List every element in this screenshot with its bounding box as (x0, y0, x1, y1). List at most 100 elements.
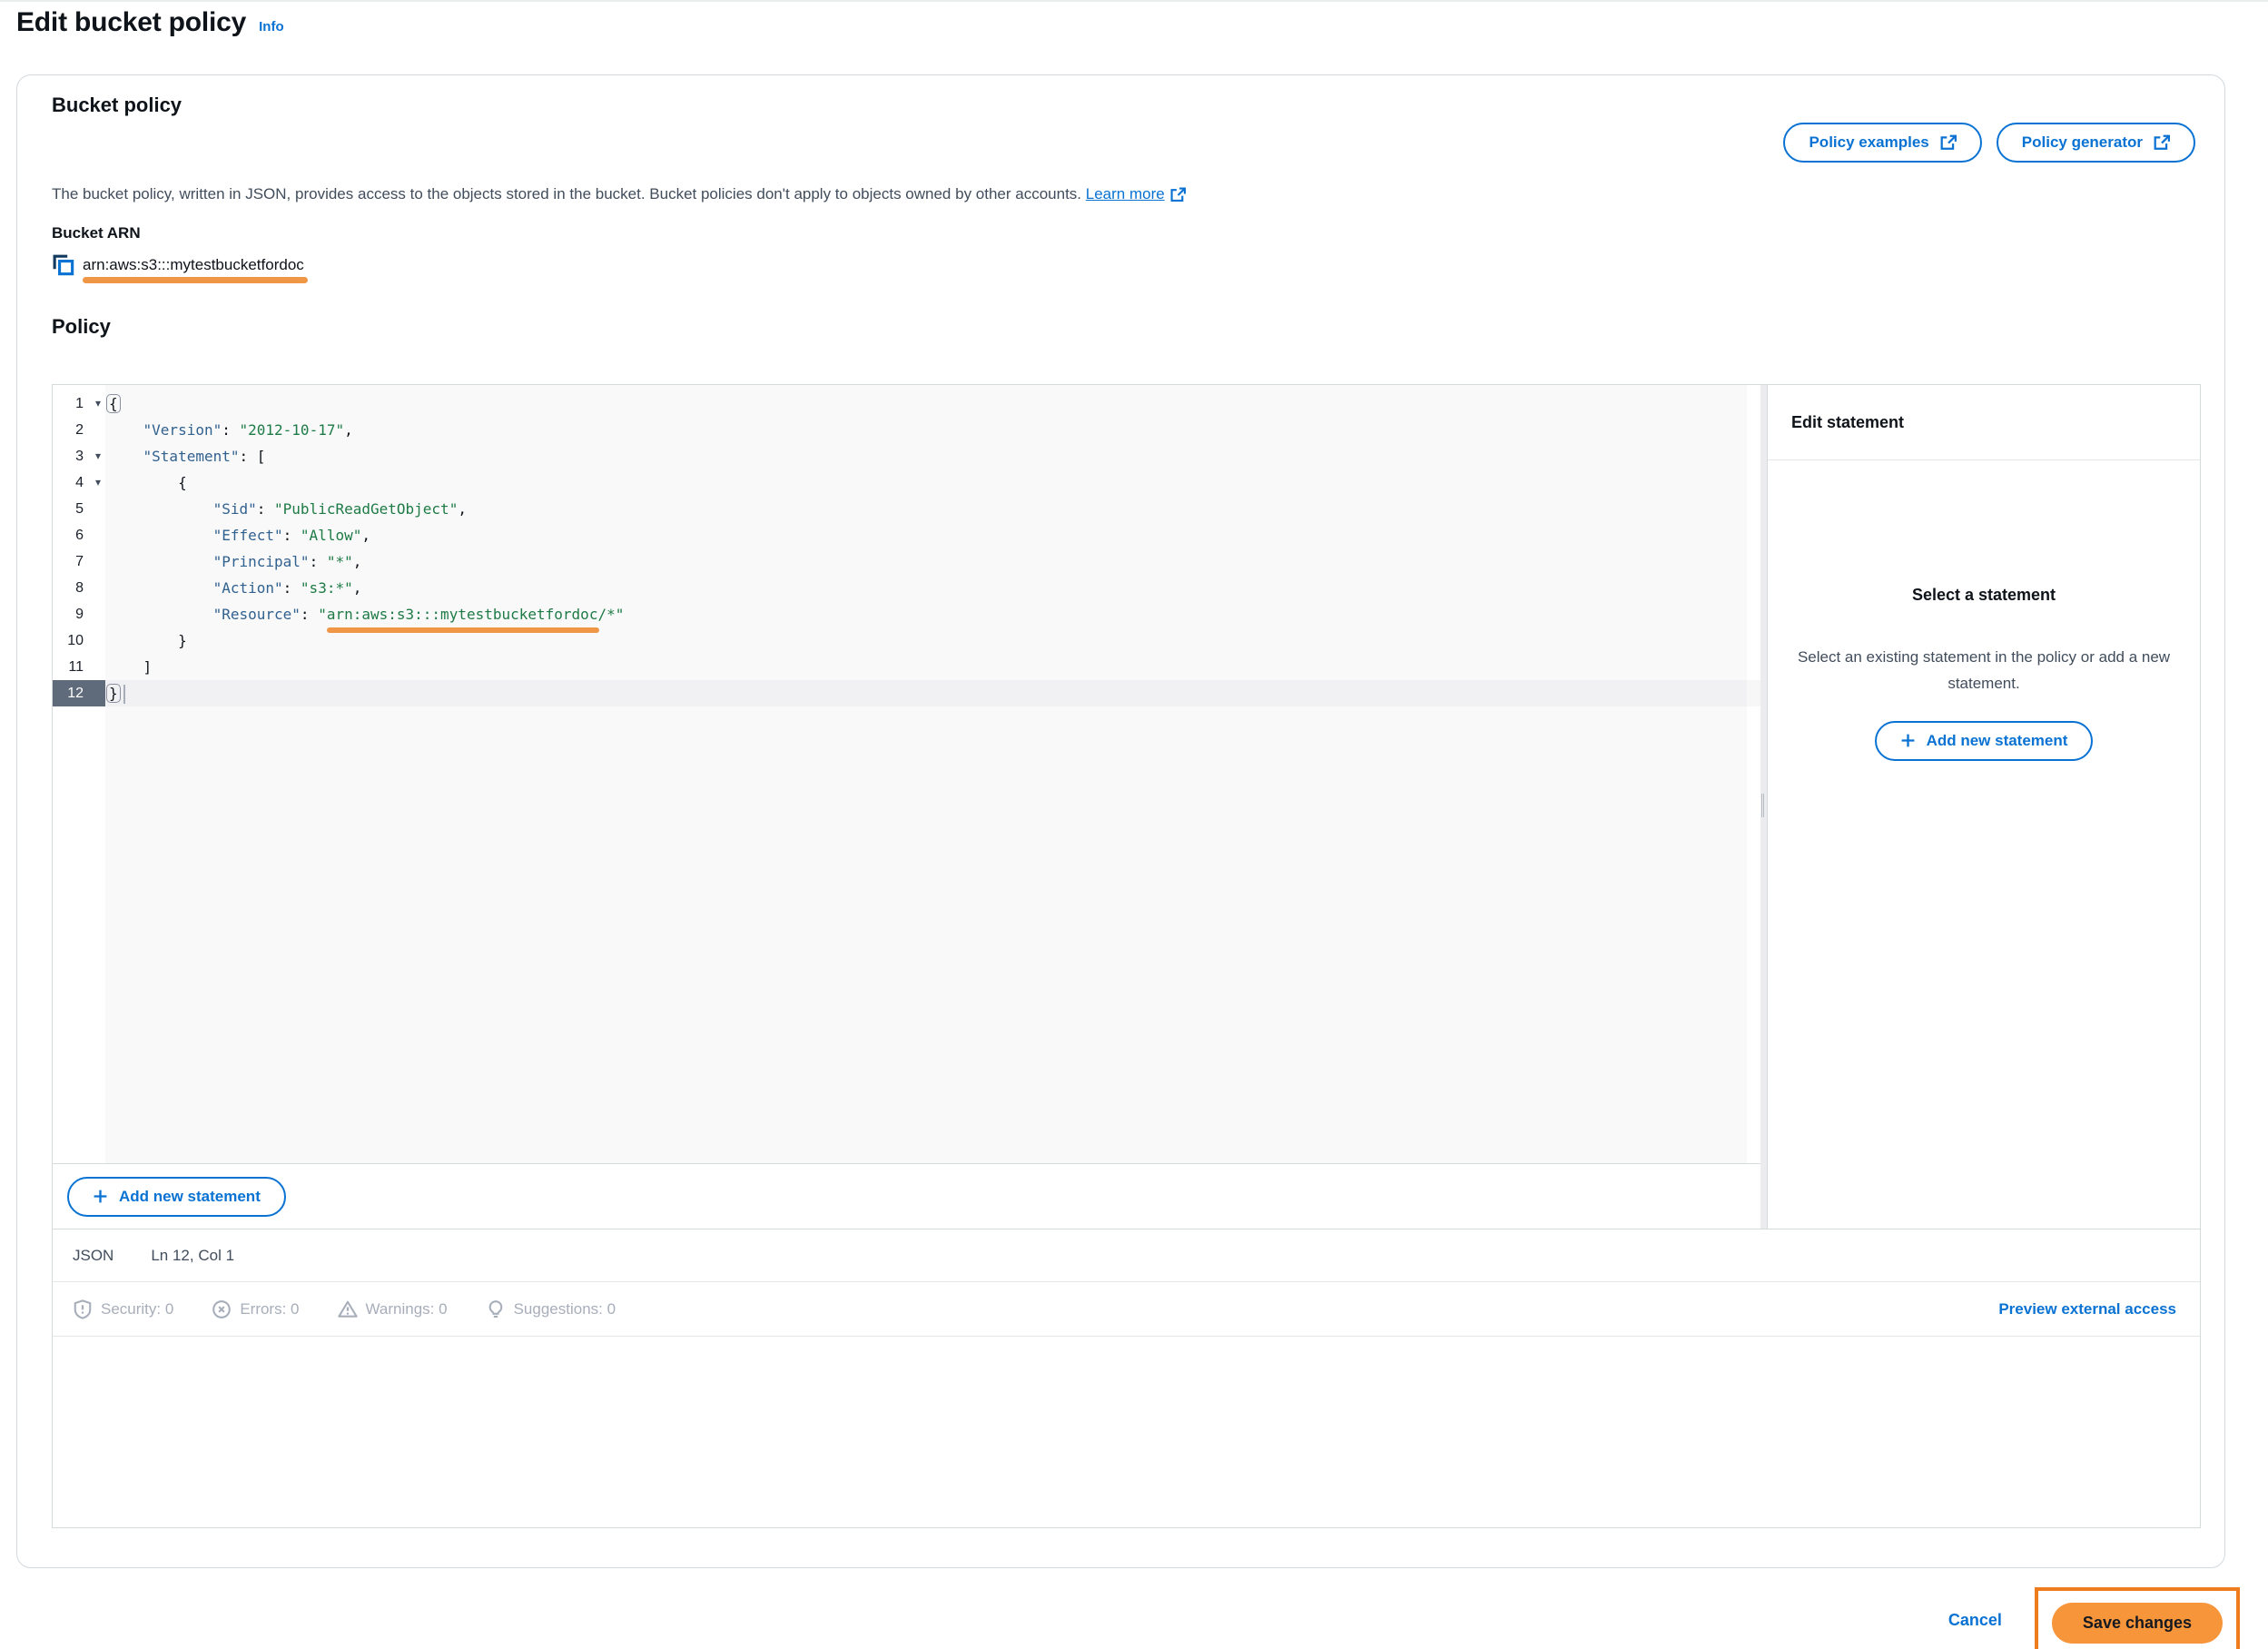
policy-generator-button[interactable]: Policy generator (1997, 123, 2195, 163)
policy-examples-label: Policy examples (1809, 133, 1928, 152)
line-number: 12 (53, 680, 105, 706)
suggestions-count: Suggestions: 0 (486, 1299, 616, 1319)
description-text: The bucket policy, written in JSON, prov… (52, 185, 1081, 202)
line-number: 7 (53, 548, 105, 575)
container-header-buttons: Policy examples Policy generator (1783, 123, 2195, 163)
security-count-label: Security: 0 (101, 1300, 173, 1318)
code-line-text: ] (105, 654, 152, 680)
cursor-position-label: Ln 12, Col 1 (151, 1247, 234, 1265)
page-title: Edit bucket policy (16, 7, 246, 38)
external-link-icon (2154, 134, 2170, 151)
bucket-arn-label: Bucket ARN (52, 224, 141, 242)
code-line-1[interactable]: 1▾{ (53, 390, 1760, 417)
editor-status-bar: JSON Ln 12, Col 1 (53, 1229, 2200, 1281)
security-count: Security: 0 (73, 1299, 173, 1319)
code-line-text: "Version": "2012-10-17", (105, 417, 353, 443)
editor-annotations-pane (53, 1336, 2200, 1527)
code-line-text: { (105, 390, 121, 417)
line-number: 10 (53, 627, 105, 654)
line-number: 6 (53, 522, 105, 548)
container-title: Bucket policy (52, 94, 182, 117)
code-line-text: "Effect": "Allow", (105, 522, 370, 548)
add-new-statement-label: Add new statement (119, 1188, 261, 1206)
code-line-11[interactable]: 11 ] (53, 654, 1760, 680)
code-line-text: } (105, 627, 187, 654)
warnings-count-label: Warnings: 0 (366, 1300, 448, 1318)
external-link-icon (1170, 187, 1186, 202)
plus-icon (1900, 733, 1916, 748)
line-number: 3▾ (53, 443, 105, 469)
suggestions-count-label: Suggestions: 0 (514, 1300, 616, 1318)
code-line-text: "Action": "s3:*", (105, 575, 361, 601)
warning-triangle-icon (338, 1299, 358, 1319)
code-line-2[interactable]: 2 "Version": "2012-10-17", (53, 417, 1760, 443)
save-changes-button[interactable]: Save changes (2052, 1603, 2223, 1644)
copy-arn-button[interactable] (52, 253, 74, 276)
code-line-text: } (105, 680, 1760, 706)
info-link[interactable]: Info (259, 19, 284, 35)
line-number: 5 (53, 496, 105, 522)
copy-icon (52, 253, 74, 276)
plus-icon (93, 1189, 108, 1204)
code-line-10[interactable]: 10 } (53, 627, 1760, 654)
code-line-4[interactable]: 4▾ { (53, 469, 1760, 496)
code-line-7[interactable]: 7 "Principal": "*", (53, 548, 1760, 575)
select-statement-title: Select a statement (1912, 586, 2056, 605)
bucket-arn-value: arn:aws:s3:::mytestbucketfordoc (83, 256, 304, 274)
container-description: The bucket policy, written in JSON, prov… (52, 185, 1186, 203)
select-statement-description: Select an existing statement in the poli… (1789, 645, 2179, 697)
line-number: 2 (53, 417, 105, 443)
edit-bucket-policy-page: Edit bucket policy Info Bucket policy Po… (0, 0, 2268, 1649)
code-line-12[interactable]: 12} (53, 680, 1760, 706)
policy-generator-label: Policy generator (2022, 133, 2143, 152)
add-statement-row: Add new statement (53, 1164, 1760, 1229)
line-number: 9 (53, 601, 105, 627)
code-line-text: "Principal": "*", (105, 548, 361, 575)
policy-section-title: Policy (52, 315, 111, 339)
policy-code-editor[interactable]: 1▾{2 "Version": "2012-10-17",3▾ "Stateme… (53, 385, 1760, 1164)
learn-more-label: Learn more (1086, 185, 1165, 203)
editor-language-label: JSON (73, 1247, 113, 1265)
annotation-highlight-box: Save changes (2035, 1587, 2240, 1649)
code-line-8[interactable]: 8 "Action": "s3:*", (53, 575, 1760, 601)
code-line-3[interactable]: 3▾ "Statement": [ (53, 443, 1760, 469)
edit-statement-panel: Edit statement Select a statement Select… (1767, 385, 2200, 1229)
edit-statement-title: Edit statement (1768, 385, 2200, 460)
cancel-button[interactable]: Cancel (1948, 1611, 2002, 1630)
fold-arrow-icon[interactable]: ▾ (95, 469, 101, 496)
external-link-icon (1940, 134, 1957, 151)
code-line-5[interactable]: 5 "Sid": "PublicReadGetObject", (53, 496, 1760, 522)
editor-left-column: 1▾{2 "Version": "2012-10-17",3▾ "Stateme… (53, 385, 1760, 1229)
warnings-count: Warnings: 0 (338, 1299, 448, 1319)
shield-exclaim-icon (73, 1299, 93, 1319)
text-cursor (123, 685, 125, 704)
line-number: 4▾ (53, 469, 105, 496)
resize-grip-icon (1761, 794, 1764, 817)
circle-x-icon (212, 1299, 232, 1319)
policy-examples-button[interactable]: Policy examples (1783, 123, 1981, 163)
lightbulb-icon (486, 1299, 506, 1319)
preview-external-access-link[interactable]: Preview external access (1998, 1300, 2176, 1318)
panel-resize-handle[interactable] (1760, 385, 1767, 1229)
bucket-policy-container: Bucket policy Policy examples Policy gen… (16, 74, 2225, 1568)
page-header: Edit bucket policy Info (16, 7, 284, 38)
code-line-6[interactable]: 6 "Effect": "Allow", (53, 522, 1760, 548)
code-line-text: "Statement": [ (105, 443, 265, 469)
code-line-9[interactable]: 9 "Resource": "arn:aws:s3:::mytestbucket… (53, 601, 1760, 627)
code-line-text: "Sid": "PublicReadGetObject", (105, 496, 467, 522)
footer-actions: Cancel Save changes (1948, 1587, 2240, 1649)
line-number: 11 (53, 654, 105, 680)
policy-editor-box: 1▾{2 "Version": "2012-10-17",3▾ "Stateme… (52, 384, 2201, 1528)
editor-row: 1▾{2 "Version": "2012-10-17",3▾ "Stateme… (53, 385, 2200, 1229)
code-line-text: { (105, 469, 187, 496)
panel-add-new-statement-button[interactable]: Add new statement (1875, 721, 2094, 761)
fold-arrow-icon[interactable]: ▾ (95, 390, 101, 417)
code-line-text: "Resource": "arn:aws:s3:::mytestbucketfo… (105, 601, 624, 627)
errors-count-label: Errors: 0 (240, 1300, 299, 1318)
learn-more-link[interactable]: Learn more (1086, 185, 1186, 203)
errors-count: Errors: 0 (212, 1299, 299, 1319)
panel-add-new-statement-label: Add new statement (1927, 732, 2068, 750)
add-new-statement-button[interactable]: Add new statement (67, 1177, 286, 1217)
bucket-arn-row: arn:aws:s3:::mytestbucketfordoc (52, 253, 304, 276)
fold-arrow-icon[interactable]: ▾ (95, 443, 101, 469)
